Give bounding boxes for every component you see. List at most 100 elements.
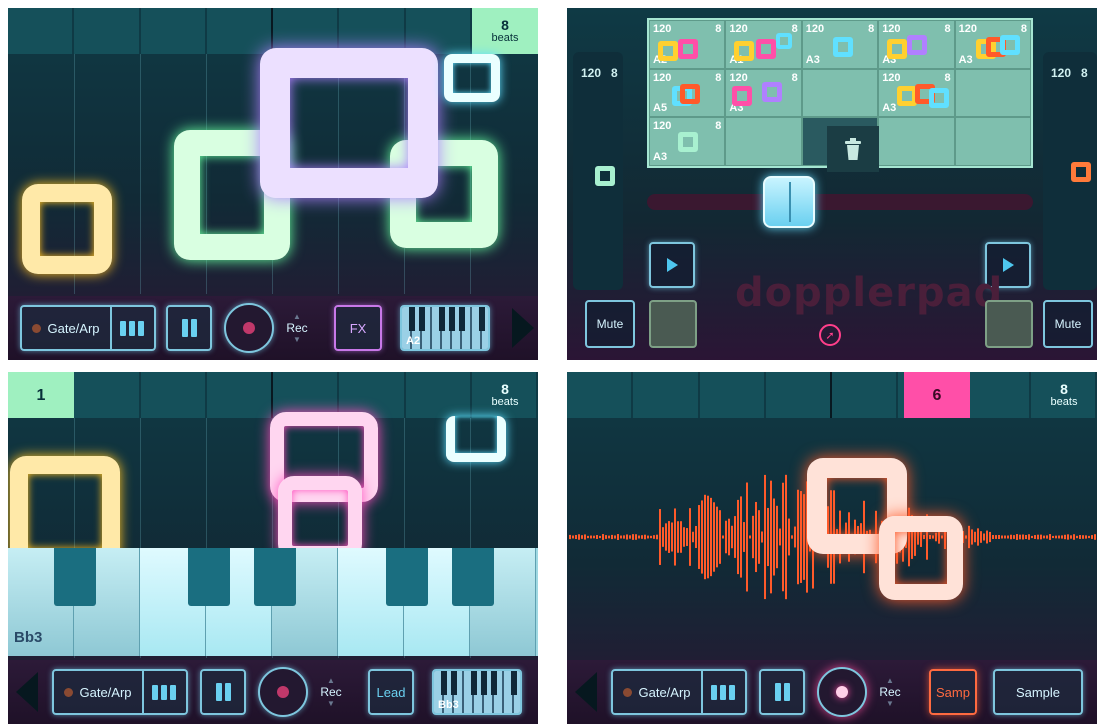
waveform-bar xyxy=(737,499,739,575)
keyboard-range-selector[interactable]: A2 xyxy=(400,305,490,351)
waveform-bar xyxy=(680,521,682,553)
waveform-bar xyxy=(572,535,574,539)
waveform-bar xyxy=(710,497,712,577)
trash-icon[interactable] xyxy=(827,126,879,172)
waveform-bar xyxy=(683,527,685,547)
waveform-bar xyxy=(569,534,571,540)
record-button[interactable] xyxy=(258,667,308,717)
beat-cell[interactable] xyxy=(766,372,832,418)
waveform-bar xyxy=(704,494,706,580)
note-square-yellow[interactable] xyxy=(22,184,112,274)
waveform-bar xyxy=(1028,534,1030,540)
beat-timeline[interactable] xyxy=(8,8,538,54)
pattern-cell[interactable] xyxy=(725,117,802,166)
beat-cell[interactable] xyxy=(406,372,472,418)
beats-count-badge[interactable]: 8 beats xyxy=(472,372,538,418)
waveform-bar xyxy=(725,520,727,554)
rec-selector[interactable]: ▲ Rec ▼ xyxy=(318,676,344,708)
waveform-bar xyxy=(701,500,703,574)
beats-count-badge[interactable]: 8 beats xyxy=(1031,372,1097,418)
pattern-cell[interactable]: 120 8 A5 xyxy=(649,68,726,118)
bottom-toolbar: Gate/Arp ▲ Rec ▼ Lead Bb3 xyxy=(8,660,538,724)
beat-timeline[interactable] xyxy=(8,372,538,418)
waveform-bar xyxy=(974,531,976,543)
note-square-orange[interactable] xyxy=(879,516,963,600)
keyboard-range-selector[interactable]: Bb3 xyxy=(432,669,522,715)
rec-selector[interactable]: ▲ Rec ▼ xyxy=(877,676,903,708)
pattern-cell[interactable] xyxy=(954,117,1031,166)
beat-cell[interactable] xyxy=(141,8,207,54)
beat-timeline[interactable] xyxy=(567,372,1097,418)
sample-button[interactable]: Sample xyxy=(993,669,1083,715)
pattern-cell[interactable]: 120 8 A3 xyxy=(801,20,879,69)
pause-button[interactable] xyxy=(166,305,212,351)
waveform-bar xyxy=(770,480,772,594)
beat-cell[interactable] xyxy=(8,8,75,54)
left-track-column[interactable]: 120 8 xyxy=(573,52,623,290)
pattern-cell[interactable]: 120 8 A3 xyxy=(878,68,955,118)
chevron-up-icon: ▲ xyxy=(886,676,894,685)
beat-cell[interactable] xyxy=(141,372,207,418)
share-icon[interactable]: ➚ xyxy=(819,324,841,346)
waveform-bar xyxy=(797,489,799,585)
beat-cell[interactable] xyxy=(74,372,141,418)
waveform-bar xyxy=(1094,534,1096,540)
pause-button[interactable] xyxy=(759,669,805,715)
pattern-cell[interactable]: 120 8 A2 xyxy=(649,20,726,69)
next-arrow-icon[interactable] xyxy=(512,308,534,348)
crossfader-handle[interactable] xyxy=(763,176,815,228)
pattern-cell[interactable] xyxy=(954,68,1031,118)
pattern-cell[interactable] xyxy=(801,68,879,118)
beat-cell[interactable] xyxy=(633,372,700,418)
mute-right-button[interactable]: Mute xyxy=(1043,300,1093,348)
waveform-bar xyxy=(1016,534,1018,540)
note-square-blue[interactable] xyxy=(446,416,506,462)
note-square-blue[interactable] xyxy=(444,54,500,102)
right-track-column[interactable]: 120 8 xyxy=(1043,52,1097,290)
pattern-cell[interactable]: 120 8 A3 xyxy=(649,117,726,166)
pattern-cell[interactable]: 120 8 A1 xyxy=(725,20,802,69)
samp-button[interactable]: Samp xyxy=(929,669,977,715)
gate-arp-button[interactable]: Gate/Arp xyxy=(20,305,156,351)
beat-cell[interactable] xyxy=(965,372,1031,418)
beat-cell[interactable] xyxy=(832,372,899,418)
beat-cell[interactable] xyxy=(700,372,766,418)
pad-left[interactable] xyxy=(649,300,697,348)
pattern-cell[interactable] xyxy=(878,117,955,166)
mute-left-button[interactable]: Mute xyxy=(585,300,635,348)
fx-button[interactable]: FX xyxy=(334,305,382,351)
note-square-purple[interactable] xyxy=(260,48,438,198)
beat-cell[interactable] xyxy=(567,372,634,418)
pattern-cell[interactable]: 120 8 A3 xyxy=(878,20,955,69)
gate-arp-button[interactable]: Gate/Arp xyxy=(52,669,188,715)
beat-cell[interactable] xyxy=(207,8,273,54)
pattern-cell[interactable]: 120 8 A3 xyxy=(954,20,1031,69)
waveform-bar xyxy=(791,535,793,539)
record-button[interactable] xyxy=(224,303,274,353)
chevron-down-icon: ▼ xyxy=(886,699,894,708)
beat-cell[interactable] xyxy=(74,8,141,54)
pattern-cell[interactable]: 120 8 A3 xyxy=(725,68,802,118)
play-left-button[interactable] xyxy=(649,242,695,288)
rec-selector[interactable]: ▲ Rec ▼ xyxy=(284,312,310,344)
piano-keyboard[interactable]: Bb3 xyxy=(8,548,538,656)
pause-button[interactable] xyxy=(200,669,246,715)
waveform-bar xyxy=(971,529,973,545)
pause-icon xyxy=(215,683,231,701)
lead-button[interactable]: Lead xyxy=(368,669,414,715)
gate-arp-button[interactable]: Gate/Arp xyxy=(611,669,747,715)
waveform-bar xyxy=(1073,534,1075,540)
beat-cell[interactable] xyxy=(207,372,273,418)
waveform-bar xyxy=(1076,535,1078,539)
previous-arrow-icon[interactable] xyxy=(575,672,597,712)
crossfader-track[interactable] xyxy=(647,194,1033,210)
lead-label: Lead xyxy=(376,684,406,700)
beats-count-badge[interactable]: 8 beats xyxy=(472,8,538,54)
record-button[interactable] xyxy=(817,667,867,717)
waveform-bar xyxy=(611,534,613,540)
waveform-bar xyxy=(1070,535,1072,539)
previous-arrow-icon[interactable] xyxy=(16,672,38,712)
gate-arp-label: Gate/Arp xyxy=(638,684,691,700)
pad-right[interactable] xyxy=(985,300,1033,348)
play-icon xyxy=(1002,258,1014,272)
